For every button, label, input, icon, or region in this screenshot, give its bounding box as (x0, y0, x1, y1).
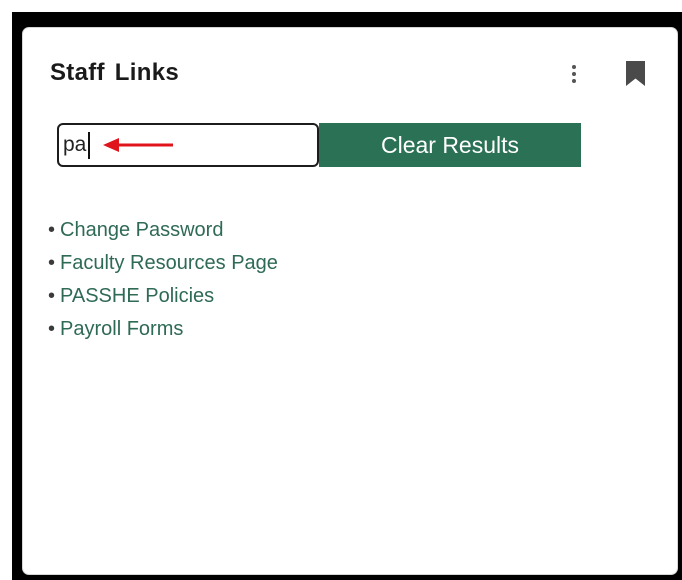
search-results-list: • Change Password • Faculty Resources Page… (48, 216, 278, 348)
bullet: • (48, 285, 56, 307)
red-arrow-annotation-icon (103, 138, 173, 152)
passhe-policies-link[interactable]: PASSHE Policies (60, 285, 214, 307)
bullet: • (48, 219, 56, 241)
faculty-resources-page-link[interactable]: Faculty Resources Page (60, 252, 278, 274)
more-vertical-icon (572, 65, 576, 69)
list-item: • Faculty Resources Page (48, 249, 278, 282)
search-row: Clear Results (57, 123, 581, 167)
payroll-forms-link[interactable]: Payroll Forms (60, 318, 183, 340)
staff-links-card: Staff Links Clear Results •Change Passwo… (22, 27, 678, 575)
change-password-link[interactable]: Change Password (60, 219, 223, 241)
bullet: • (48, 318, 56, 340)
search-input[interactable] (57, 123, 319, 167)
more-vertical-icon-dot (572, 72, 576, 76)
list-item: • Payroll Forms (48, 315, 278, 348)
more-vertical-icon-dot (572, 79, 576, 83)
more-options-button[interactable] (563, 60, 585, 88)
bookmark-icon (626, 61, 645, 86)
card-title: Staff Links (50, 59, 179, 86)
list-item: • PASSHE Policies (48, 282, 278, 315)
bullet: • (48, 252, 56, 274)
clear-results-button[interactable]: Clear Results (319, 123, 581, 167)
bookmark-button[interactable] (626, 61, 645, 86)
list-item: • Change Password (48, 216, 278, 249)
text-cursor (88, 132, 90, 159)
